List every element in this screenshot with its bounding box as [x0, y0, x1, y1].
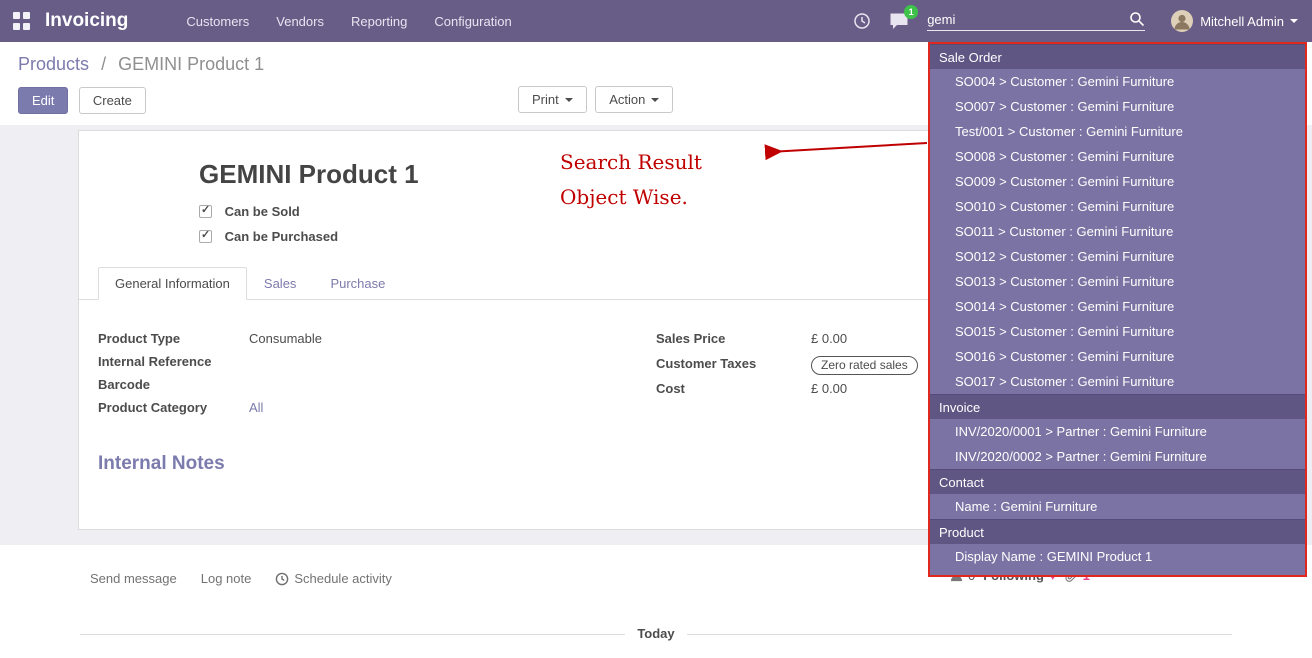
- create-button[interactable]: Create: [79, 87, 146, 114]
- schedule-activity-button[interactable]: Schedule activity: [275, 571, 392, 586]
- field-value[interactable]: £ 0.00: [811, 381, 847, 396]
- form-buttons: Edit Create: [18, 87, 152, 114]
- breadcrumb-separator: /: [101, 54, 106, 74]
- annotation-line-2: Object Wise.: [560, 180, 702, 215]
- tab-general-information[interactable]: General Information: [98, 267, 247, 300]
- can-be-purchased-row: Can be Purchased: [199, 229, 338, 244]
- search-result-item[interactable]: SO007 > Customer : Gemini Furniture: [930, 94, 1305, 119]
- can-be-purchased-checkbox[interactable]: [199, 230, 212, 243]
- field-label: Product Category: [98, 400, 249, 415]
- app-name[interactable]: Invoicing: [45, 10, 128, 32]
- search-result-item[interactable]: SO012 > Customer : Gemini Furniture: [930, 244, 1305, 269]
- search-result-item[interactable]: SO009 > Customer : Gemini Furniture: [930, 169, 1305, 194]
- field-internal-reference: Internal Reference: [98, 354, 598, 373]
- field-value[interactable]: Consumable: [249, 331, 322, 346]
- apps-menu-icon[interactable]: [13, 12, 31, 30]
- search-group-header: Invoice: [930, 394, 1305, 419]
- search-result-item[interactable]: SO015 > Customer : Gemini Furniture: [930, 319, 1305, 344]
- search-result-item[interactable]: SO008 > Customer : Gemini Furniture: [930, 144, 1305, 169]
- menu-customers[interactable]: Customers: [184, 10, 251, 33]
- print-label: Print: [532, 92, 559, 107]
- field-product-category: Product Category All: [98, 400, 598, 419]
- action-menu-button[interactable]: Action: [595, 86, 673, 113]
- field-column-left: Product Type Consumable Internal Referen…: [98, 331, 598, 423]
- search-result-item[interactable]: SO011 > Customer : Gemini Furniture: [930, 219, 1305, 244]
- tab-purchase[interactable]: Purchase: [313, 267, 402, 300]
- field-value-link[interactable]: All: [249, 400, 263, 415]
- breadcrumb: Products / GEMINI Product 1: [18, 54, 264, 75]
- today-divider: Today: [80, 625, 1232, 643]
- field-label: Barcode: [98, 377, 249, 392]
- field-label: Customer Taxes: [656, 356, 811, 371]
- menu-reporting[interactable]: Reporting: [349, 10, 409, 33]
- navbar-right: 1 Mitchell Admin: [853, 10, 1312, 32]
- search-result-item[interactable]: SO014 > Customer : Gemini Furniture: [930, 294, 1305, 319]
- tax-tag[interactable]: Zero rated sales: [811, 356, 918, 375]
- can-be-sold-label: Can be Sold: [225, 204, 300, 219]
- action-buttons: Print Action: [518, 86, 677, 113]
- avatar: [1171, 10, 1193, 32]
- user-menu[interactable]: Mitchell Admin: [1171, 10, 1298, 32]
- chevron-down-icon: [565, 98, 573, 102]
- search-result-item[interactable]: SO016 > Customer : Gemini Furniture: [930, 344, 1305, 369]
- can-be-sold-checkbox[interactable]: [199, 205, 212, 218]
- breadcrumb-products-link[interactable]: Products: [18, 54, 89, 74]
- search-group-header: Sale Order: [930, 44, 1305, 69]
- search-icon[interactable]: [1129, 11, 1145, 27]
- print-menu-button[interactable]: Print: [518, 86, 587, 113]
- search-result-item[interactable]: SO010 > Customer : Gemini Furniture: [930, 194, 1305, 219]
- search-dropdown: Sale OrderSO004 > Customer : Gemini Furn…: [928, 42, 1307, 577]
- navbar-search: [927, 11, 1145, 31]
- schedule-activity-label: Schedule activity: [294, 571, 392, 586]
- search-result-item[interactable]: Name : Gemini Furniture: [930, 494, 1305, 519]
- field-label: Cost: [656, 381, 811, 396]
- search-result-item[interactable]: SO017 > Customer : Gemini Furniture: [930, 369, 1305, 394]
- search-result-item[interactable]: SO013 > Customer : Gemini Furniture: [930, 269, 1305, 294]
- edit-button[interactable]: Edit: [18, 87, 68, 114]
- field-value[interactable]: £ 0.00: [811, 331, 847, 346]
- field-barcode: Barcode: [98, 377, 598, 396]
- chevron-down-icon: [1290, 19, 1298, 23]
- send-message-button[interactable]: Send message: [90, 571, 177, 586]
- action-label: Action: [609, 92, 645, 107]
- clock-icon: [275, 572, 289, 586]
- field-label: Product Type: [98, 331, 249, 346]
- breadcrumb-current: GEMINI Product 1: [118, 54, 264, 74]
- annotation-text: Search Result Object Wise.: [560, 145, 702, 215]
- menu-vendors[interactable]: Vendors: [274, 10, 326, 33]
- field-label: Internal Reference: [98, 354, 249, 369]
- activities-clock-icon[interactable]: [853, 12, 871, 30]
- search-result-item[interactable]: INV/2020/0001 > Partner : Gemini Furnitu…: [930, 419, 1305, 444]
- can-be-purchased-label: Can be Purchased: [225, 229, 338, 244]
- top-navbar: Invoicing Customers Vendors Reporting Co…: [0, 0, 1312, 42]
- today-label: Today: [625, 626, 686, 641]
- messages-badge: 1: [904, 5, 918, 19]
- can-be-sold-row: Can be Sold: [199, 204, 300, 219]
- search-result-item[interactable]: SO004 > Customer : Gemini Furniture: [930, 69, 1305, 94]
- messages-icon[interactable]: 1: [889, 12, 909, 30]
- menu-configuration[interactable]: Configuration: [432, 10, 513, 33]
- tab-sales[interactable]: Sales: [247, 267, 314, 300]
- product-title: GEMINI Product 1: [199, 159, 419, 190]
- field-product-type: Product Type Consumable: [98, 331, 598, 350]
- field-label: Sales Price: [656, 331, 811, 346]
- log-note-button[interactable]: Log note: [201, 571, 252, 586]
- search-result-item[interactable]: Test/001 > Customer : Gemini Furniture: [930, 119, 1305, 144]
- annotation-line-1: Search Result: [560, 145, 702, 180]
- search-group-header: Contact: [930, 469, 1305, 494]
- internal-notes-heading: Internal Notes: [98, 453, 225, 475]
- search-group-header: Product: [930, 519, 1305, 544]
- chevron-down-icon: [651, 98, 659, 102]
- annotation-arrow: [755, 133, 935, 163]
- search-result-item[interactable]: INV/2020/0002 > Partner : Gemini Furnitu…: [930, 444, 1305, 469]
- navbar-menus: Customers Vendors Reporting Configuratio…: [184, 10, 536, 33]
- search-result-item[interactable]: Display Name : GEMINI Product 1: [930, 544, 1305, 569]
- chatter-actions: Send message Log note Schedule activity: [90, 571, 416, 586]
- search-input[interactable]: [927, 12, 1129, 27]
- user-name: Mitchell Admin: [1200, 14, 1284, 29]
